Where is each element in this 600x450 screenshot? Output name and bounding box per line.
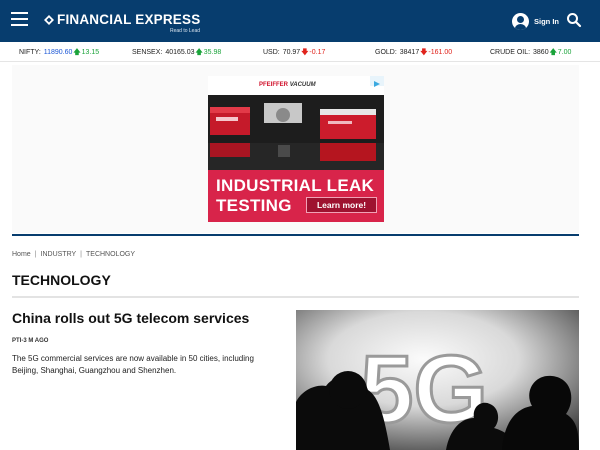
ticker-value: 3860 — [533, 49, 549, 56]
ad-headline-line2: TESTING — [216, 196, 292, 215]
breadcrumb-separator: | — [34, 251, 37, 258]
ad-product-image — [208, 95, 384, 143]
ticker-value: 38417 — [399, 49, 420, 56]
ticker-name: USD: — [263, 49, 280, 56]
ticker-item-usd[interactable]: USD: 70.97🡇-0.17 — [263, 48, 325, 59]
site-header: FINANCIAL EXPRESS Read to Lead Sign In — [0, 0, 600, 42]
arrow-up-icon: 🡅 — [195, 49, 203, 56]
ticker-value: 70.97 — [282, 49, 301, 56]
advertisement[interactable]: PFEIFFER VACUUM INDUSTRIAL LEAK TESTING … — [208, 76, 384, 222]
article-image[interactable]: 5G — [296, 310, 579, 450]
ticker-name: SENSEX: — [132, 49, 163, 56]
arrow-up-icon: 🡅 — [73, 49, 81, 56]
section-divider — [12, 234, 579, 236]
ticker-value: 11890.60 — [43, 49, 73, 56]
article-headline[interactable]: China rolls out 5G telecom services — [12, 310, 282, 326]
arrow-up-icon: 🡅 — [549, 49, 557, 56]
ad-learn-more-button[interactable]: Learn more! — [306, 197, 377, 213]
market-ticker: NIFTY: 11890.60🡅13.15 SENSEX: 40165.03🡅3… — [0, 42, 600, 62]
ad-headline-line1: INDUSTRIAL LEAK — [216, 176, 375, 195]
ad-brand-primary: PFEIFFER — [259, 82, 289, 88]
ticker-name: GOLD: — [375, 49, 397, 56]
ticker-change: -161.00 — [428, 49, 453, 56]
breadcrumb-home[interactable]: Home — [12, 251, 31, 258]
ticker-change: 13.15 — [81, 49, 100, 56]
sign-in-label: Sign In — [534, 17, 559, 26]
brand-tagline: Read to Lead — [170, 28, 201, 34]
breadcrumb-technology[interactable]: TECHNOLOGY — [86, 251, 135, 258]
ad-brand: PFEIFFER VACUUM — [259, 82, 316, 88]
breadcrumb-industry[interactable]: INDUSTRY — [41, 251, 77, 258]
ad-choices-icon[interactable] — [370, 76, 384, 87]
hamburger-menu-icon[interactable] — [11, 12, 28, 26]
title-divider — [12, 296, 579, 298]
arrow-down-icon: 🡇 — [420, 49, 428, 56]
breadcrumb: Home | INDUSTRY | TECHNOLOGY — [12, 251, 135, 258]
article-byline: PTI-3 M AGO — [12, 338, 49, 344]
site-logo[interactable]: FINANCIAL EXPRESS Read to Lead — [44, 11, 201, 34]
brand-name: FINANCIAL EXPRESS — [57, 12, 201, 27]
arrow-down-icon: 🡇 — [301, 49, 309, 56]
page-title: TECHNOLOGY — [12, 272, 111, 288]
ticker-value: 40165.03 — [165, 49, 195, 56]
breadcrumb-separator: | — [80, 251, 82, 258]
sign-in-button[interactable]: Sign In — [512, 13, 559, 30]
ad-product-image-lower — [208, 143, 384, 170]
ticker-name: NIFTY: — [19, 49, 41, 56]
ticker-name: CRUDE OIL: — [490, 49, 531, 56]
ad-header: PFEIFFER VACUUM — [208, 76, 384, 95]
ticker-item-nifty[interactable]: NIFTY: 11890.60🡅13.15 — [19, 48, 99, 59]
ticker-change: 35.98 — [203, 49, 222, 56]
ticker-change: 7.00 — [557, 49, 572, 56]
ticker-item-crude-oil[interactable]: CRUDE OIL: 3860🡅7.00 — [490, 48, 571, 59]
search-icon[interactable] — [566, 12, 582, 28]
ticker-item-gold[interactable]: GOLD: 38417🡇-161.00 — [375, 48, 452, 59]
article-summary: The 5G commercial services are now avail… — [12, 354, 254, 375]
user-icon — [512, 13, 529, 30]
ticker-item-sensex[interactable]: SENSEX: 40165.03🡅35.98 — [132, 48, 221, 59]
logo-mark-icon — [44, 15, 54, 25]
ad-brand-secondary: VACUUM — [289, 82, 316, 88]
ticker-change: -0.17 — [309, 49, 326, 56]
